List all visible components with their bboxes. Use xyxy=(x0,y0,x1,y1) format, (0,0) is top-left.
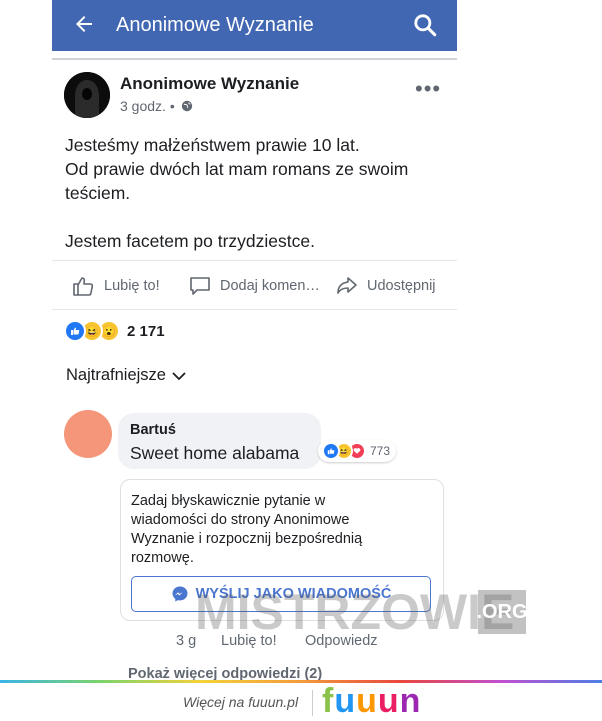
hooded-figure-icon xyxy=(64,72,110,118)
comment-author[interactable]: Bartuś xyxy=(130,422,176,438)
share-icon xyxy=(337,277,357,294)
reaction-count: 2 171 xyxy=(127,322,165,340)
comment-button[interactable]: Dodaj komen… xyxy=(188,274,320,298)
post-line: Jestem facetem po trzydziestce. xyxy=(65,231,315,251)
watermark-suffix: .ORG xyxy=(476,590,528,634)
sort-label: Najtrafniejsze xyxy=(66,366,166,384)
messenger-prompt: Zadaj błyskawicznie pytanie w wiadomości… xyxy=(131,493,363,566)
search-icon[interactable] xyxy=(412,12,438,38)
chevron-down-icon xyxy=(172,371,186,380)
post-actions: Lubię to! Dodaj komen… Udostępnij xyxy=(52,260,457,310)
app-bar: Anonimowe Wyznanie xyxy=(52,0,457,51)
logo-letter: u xyxy=(356,682,378,720)
comment-icon xyxy=(190,277,210,295)
fuuun-logo[interactable]: fuuun xyxy=(322,682,421,721)
post-text: Jesteśmy małżeństwem prawie 10 lat. Od p… xyxy=(65,133,445,253)
comment-reaction-count: 773 xyxy=(370,444,391,458)
right-margin xyxy=(556,0,602,680)
logo-letter: u xyxy=(334,682,357,720)
page-avatar[interactable] xyxy=(64,72,110,118)
left-margin xyxy=(0,0,46,680)
comment-bubble: Bartuś Sweet home alabama xyxy=(118,413,321,469)
rainbow-divider xyxy=(0,680,602,683)
app-bar-title: Anonimowe Wyznanie xyxy=(116,14,314,36)
more-options-icon[interactable]: ••• xyxy=(415,76,441,102)
footer-link[interactable]: Więcej na fuuun.pl xyxy=(183,694,298,710)
comment-text: Sweet home alabama xyxy=(130,443,300,463)
messenger-icon xyxy=(172,586,188,602)
watermark-text: MISTRZOWIE xyxy=(195,584,515,640)
thumbs-up-icon xyxy=(73,277,94,296)
post-line xyxy=(65,205,445,229)
post-line: teściem. xyxy=(65,183,131,203)
post-time-text: 3 godz. • xyxy=(120,98,175,114)
post-author[interactable]: Anonimowe Wyznanie xyxy=(120,74,299,94)
footer: Więcej na fuuun.pl fuuun xyxy=(0,680,602,721)
logo-letter: u xyxy=(377,682,400,720)
like-reaction-icon xyxy=(322,442,340,460)
comment-time: 3 g xyxy=(176,633,197,649)
back-arrow-icon[interactable] xyxy=(72,12,96,36)
logo-letter: n xyxy=(399,682,422,720)
share-button[interactable]: Udostępnij xyxy=(335,274,436,298)
logo-letter: f xyxy=(322,682,335,720)
comment-avatar[interactable] xyxy=(64,410,112,458)
comment-sort-dropdown[interactable]: Najtrafniejsze xyxy=(66,366,186,385)
globe-icon xyxy=(181,100,192,112)
post-line: Jesteśmy małżeństwem prawie 10 lat. xyxy=(65,135,360,155)
like-reaction-icon xyxy=(64,320,86,342)
like-button[interactable]: Lubię to! xyxy=(72,274,160,298)
comment-label: Dodaj komen… xyxy=(220,278,320,294)
footer-separator xyxy=(312,690,313,716)
comment-reactions[interactable]: 😆 773 xyxy=(318,440,397,462)
post-reactions[interactable]: 😆 😮 2 171 xyxy=(64,320,165,342)
share-label: Udostępnij xyxy=(367,278,436,294)
like-label: Lubię to! xyxy=(104,278,160,294)
post-line: Od prawie dwóch lat mam romans ze swoim xyxy=(65,159,409,179)
post-time: 3 godz. • xyxy=(120,98,193,114)
divider xyxy=(52,58,457,60)
